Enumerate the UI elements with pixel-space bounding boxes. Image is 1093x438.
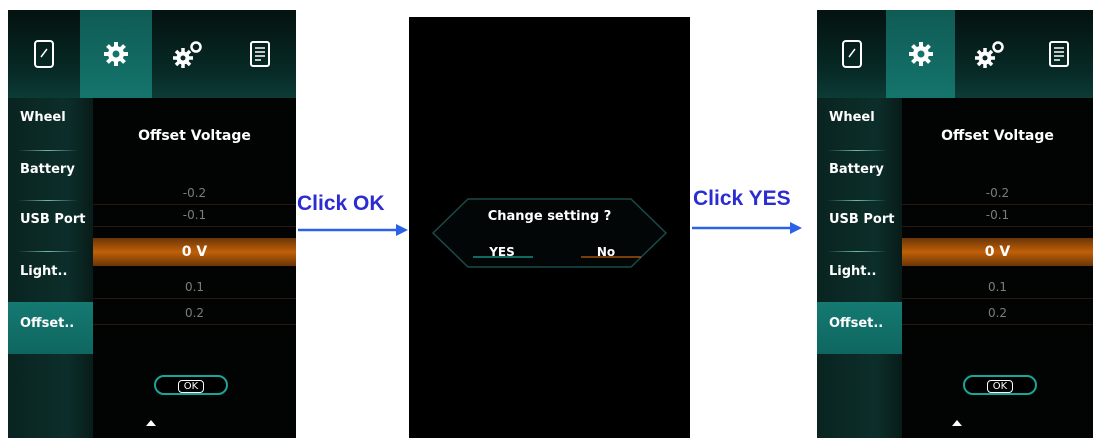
sidebar-item-label: USB Port [20,212,86,227]
tab-info[interactable] [224,10,296,98]
divider [18,200,78,201]
value-option[interactable]: 0.2 [902,302,1093,325]
divider [18,251,78,252]
phone-icon [841,40,862,68]
sidebar-item-label: Light.. [20,264,68,279]
tab-bar [8,10,296,99]
gear-icon [104,42,128,66]
gears-icon [173,41,202,68]
divider [18,150,78,151]
gear-icon [908,42,933,66]
tab-device[interactable] [817,10,886,98]
sidebar-item-label: Wheel [20,110,66,125]
settings-screen-after: Wheel Battery USB Port Light.. Offset.. … [817,10,1093,438]
tab-device[interactable] [8,10,80,98]
ok-button[interactable]: OK [154,375,228,395]
sidebar: Wheel Battery USB Port Light.. Offset.. [817,98,902,438]
sidebar-item-label: Offset.. [20,316,75,331]
confirm-dialog-screen: Change setting ? YES No [409,17,690,438]
ok-label: OK [177,380,205,393]
sidebar-item-wheel[interactable]: Wheel [817,110,902,160]
sidebar-item-label: Battery [20,162,75,177]
sidebar-item-label: Light.. [829,264,877,279]
tab-settings[interactable] [886,10,955,98]
value-option[interactable]: 0.1 [93,276,296,299]
divider [827,150,887,151]
panel-title: Offset Voltage [941,128,1054,144]
dialog-content: Change setting ? YES No [423,193,676,273]
sidebar-item-offset[interactable]: Offset.. [817,302,902,354]
sidebar-item-battery[interactable]: Battery [817,162,902,212]
sidebar: Wheel Battery USB Port Light.. Offset.. [8,98,93,438]
no-button[interactable]: No [571,245,641,259]
divider [827,251,887,252]
value-option[interactable]: 0.2 [93,302,296,325]
sidebar-item-label: Wheel [829,110,875,125]
value-option[interactable]: -0.2 [93,182,296,205]
offset-panel: Offset Voltage -0.2 -0.1 0 V 0.1 0.2 OK [902,98,1093,438]
tab-advanced[interactable] [955,10,1024,98]
step-caption: Click OK [297,192,385,215]
tab-settings[interactable] [80,10,152,98]
gears-icon [974,41,1004,68]
selected-value[interactable]: 0 V [902,238,1093,266]
yes-button[interactable]: YES [467,245,537,259]
panel-title: Offset Voltage [138,128,251,144]
tab-info[interactable] [1024,10,1093,98]
right-arrow-icon [298,224,408,236]
right-arrow-icon [692,222,802,234]
value-option[interactable]: -0.1 [93,204,296,227]
value-option[interactable]: 0.1 [902,276,1093,299]
tab-advanced[interactable] [152,10,224,98]
phone-icon [34,40,54,68]
scroll-up-icon[interactable] [146,420,156,426]
ok-label: OK [986,380,1014,393]
sidebar-item-label: Offset.. [829,316,884,331]
sidebar-item-wheel[interactable]: Wheel [8,110,93,160]
sidebar-item-label: Battery [829,162,884,177]
offset-panel: Offset Voltage -0.2 -0.1 0 V 0.1 0.2 OK [93,98,296,438]
sidebar-item-label: USB Port [829,212,895,227]
sidebar-item-offset[interactable]: Offset.. [8,302,93,354]
sidebar-item-usb-port[interactable]: USB Port [8,212,93,262]
dialog-title: Change setting ? [487,209,612,224]
divider [827,200,887,201]
value-option[interactable]: -0.1 [902,204,1093,227]
settings-screen-before: Wheel Battery USB Port Light.. Offset.. … [8,10,296,438]
tab-bar [817,10,1093,99]
value-option[interactable]: -0.2 [902,182,1093,205]
ok-button[interactable]: OK [963,375,1037,395]
document-icon [250,41,270,67]
document-icon [1048,41,1069,67]
sidebar-item-battery[interactable]: Battery [8,162,93,212]
scroll-up-icon[interactable] [952,420,962,426]
sidebar-item-usb-port[interactable]: USB Port [817,212,902,262]
step-caption: Click YES [693,187,791,210]
selected-value[interactable]: 0 V [93,238,296,266]
